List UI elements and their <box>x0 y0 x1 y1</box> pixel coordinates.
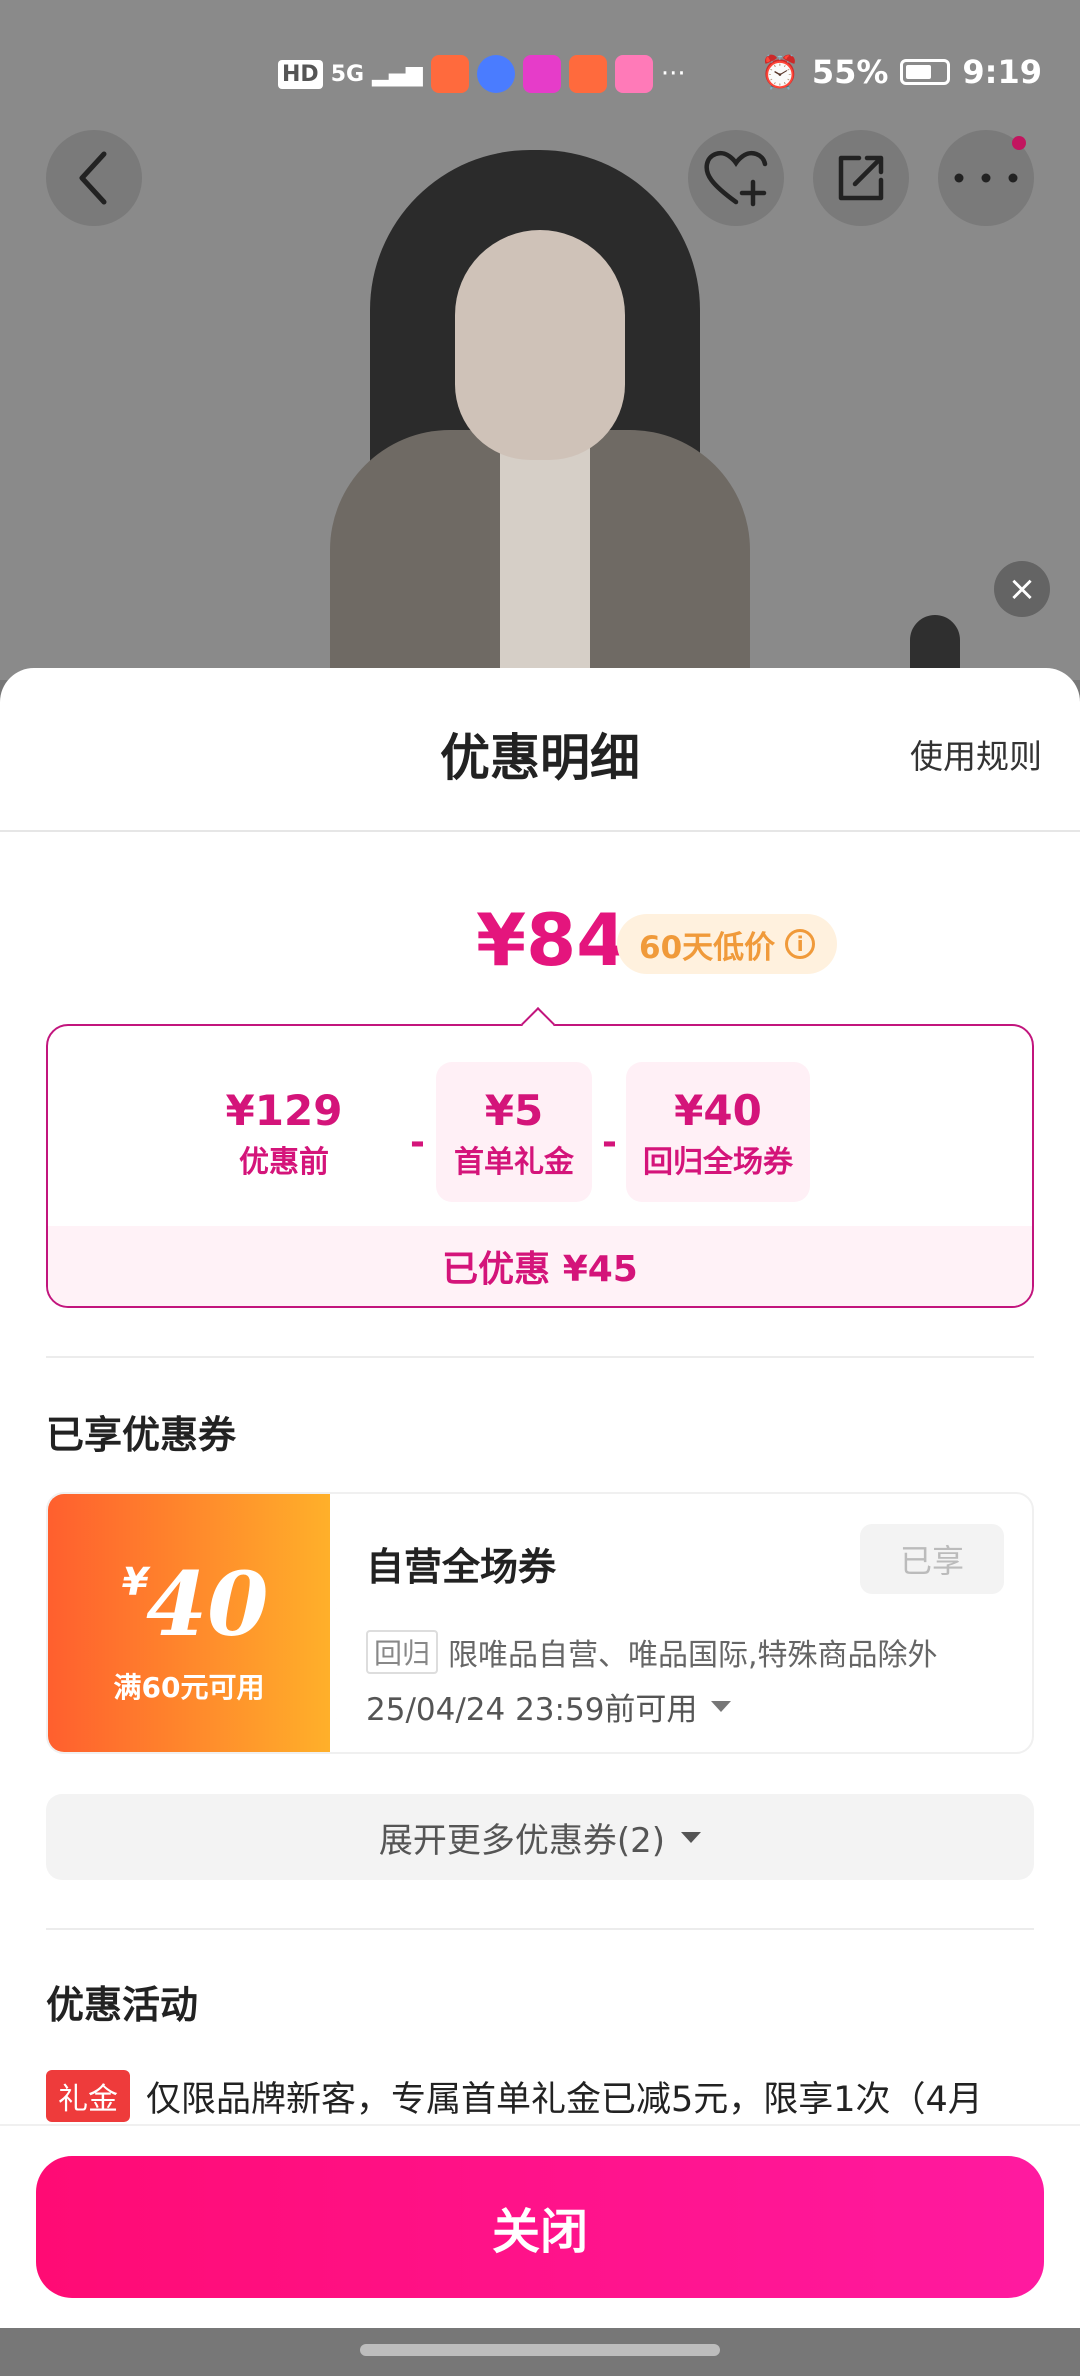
section-title-activities: 优惠活动 <box>46 1983 199 2027</box>
coupon-value-panel: ¥ 40 满60元可用 <box>48 1494 330 1752</box>
status-bar: HD 5G ▂▄▆ ··· ⏰ 55% 9:19 <box>0 45 1080 105</box>
coupon-expiry-text: 25/04/24 23:59前可用 <box>366 1692 698 1728</box>
coupon-name: 自营全场券 <box>366 1545 557 1589</box>
price-breakdown: ¥129 优惠前 - ¥5 首单礼金 - ¥40 回归全场券 已优惠 ¥45 <box>46 1024 1034 1308</box>
usage-rules-link[interactable]: 使用规则 <box>910 730 1042 778</box>
activity-text: 仅限品牌新客，专属首单礼金已减5元，限享1次（4月 <box>146 2079 983 2120</box>
divider <box>46 1928 1034 1930</box>
coupon-status-button: 已享 <box>860 1524 1004 1594</box>
caret-down-icon <box>711 1701 732 1712</box>
back-button[interactable] <box>46 130 142 226</box>
expand-more-coupons-button[interactable]: 展开更多优惠券(2) <box>46 1794 1034 1880</box>
model-blouse <box>500 430 590 680</box>
gesture-navigation-area <box>0 2328 1080 2376</box>
close-button[interactable]: 关闭 <box>36 2156 1044 2298</box>
breakdown-label: 首单礼金 <box>454 1145 574 1180</box>
breakdown-value: ¥129 <box>225 1086 343 1135</box>
activity-item: 礼金 仅限品牌新客，专属首单礼金已减5元，限享1次（4月 <box>46 2070 983 2122</box>
low-price-badge[interactable]: 60天低价 i <box>617 914 838 974</box>
discount-detail-sheet: 优惠明细 使用规则 ¥84 60天低价 i ¥129 优惠前 - ¥5 首单礼金… <box>0 668 1080 2328</box>
breakdown-label: 优惠前 <box>239 1145 329 1180</box>
final-price: ¥84 <box>476 898 627 982</box>
notification-dot <box>1012 136 1026 150</box>
network-label: 5G <box>330 61 365 87</box>
coupon-expiry[interactable]: 25/04/24 23:59前可用 <box>366 1684 732 1729</box>
section-title-coupons: 已享优惠券 <box>46 1413 237 1457</box>
share-icon <box>838 155 884 201</box>
model-face <box>455 230 625 460</box>
caret-down-icon <box>681 1831 702 1843</box>
coupon-amount: 40 <box>146 1552 269 1656</box>
breakdown-value: ¥5 <box>484 1086 544 1135</box>
divider <box>0 830 1080 832</box>
home-gesture-bar[interactable] <box>360 2344 720 2356</box>
expand-label: 展开更多优惠券(2) <box>378 1820 666 1861</box>
info-icon[interactable]: i <box>785 929 816 959</box>
app-notification-icon <box>476 55 515 93</box>
battery-percent: 55% <box>811 53 889 91</box>
low-price-label: 60天低价 <box>639 929 776 966</box>
divider <box>46 1356 1034 1358</box>
breakdown-original: ¥129 优惠前 <box>192 1062 376 1202</box>
coupon-currency: ¥ <box>122 1560 149 1604</box>
favorite-button[interactable] <box>688 130 784 226</box>
bottom-action-bar: 关闭 <box>0 2124 1080 2330</box>
more-icon <box>954 173 1018 183</box>
favorite-add-icon <box>704 151 768 207</box>
coupon-tag: 回归 <box>366 1630 439 1674</box>
coupon-condition: 满60元可用 <box>113 1671 265 1704</box>
app-notification-icon <box>568 55 607 93</box>
clock: 9:19 <box>962 53 1042 91</box>
app-notification-icon <box>522 55 561 93</box>
total-saved: 已优惠 ¥45 <box>48 1226 1032 1306</box>
activity-badge: 礼金 <box>46 2070 130 2122</box>
final-price-row: ¥84 60天低价 i <box>0 898 1080 988</box>
breakdown-first-order-gift: ¥5 首单礼金 <box>436 1062 592 1202</box>
coupon-scope: 回归 限唯品自营、唯品国际,特殊商品除外 <box>366 1630 938 1674</box>
hd-icon: HD <box>278 59 323 89</box>
coupon-scope-text: 限唯品自营、唯品国际,特殊商品除外 <box>448 1638 938 1673</box>
breakdown-label: 回归全场券 <box>643 1145 793 1180</box>
minus-sign: - <box>602 1122 617 1163</box>
signal-icon: ▂▄▆ <box>372 61 423 87</box>
battery-icon <box>900 59 951 85</box>
coupon-card[interactable]: ¥ 40 满60元可用 自营全场券 已享 回归 限唯品自营、唯品国际,特殊商品除… <box>46 1492 1034 1754</box>
share-button[interactable] <box>813 130 909 226</box>
alarm-icon: ⏰ <box>759 53 800 91</box>
close-mini-player-icon[interactable]: × <box>994 561 1050 617</box>
breakdown-value: ¥40 <box>674 1086 762 1135</box>
coupon-perforation <box>322 1494 338 1752</box>
app-notification-icon <box>430 55 469 93</box>
back-icon <box>79 151 107 205</box>
minus-sign: - <box>410 1122 425 1163</box>
video-app-icon <box>614 55 653 93</box>
more-notifications: ··· <box>660 59 686 89</box>
breakdown-coupon: ¥40 回归全场券 <box>626 1062 810 1202</box>
